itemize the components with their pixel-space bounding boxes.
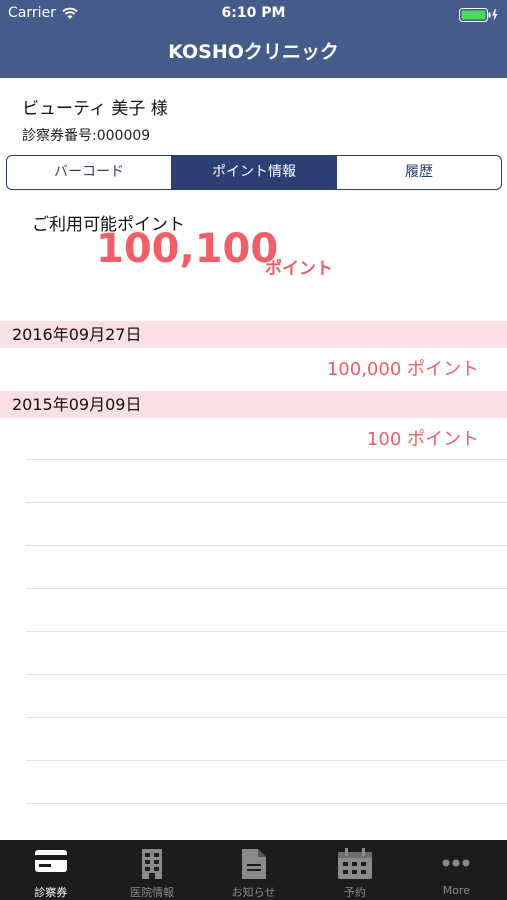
tabbar-item-news[interactable]: お知らせ	[203, 840, 304, 900]
battery-icon	[459, 7, 499, 22]
more-icon	[440, 848, 472, 882]
table-row-separator	[26, 545, 507, 588]
history-date-header: 2015年09月09日	[0, 391, 507, 418]
tabbar-item-more[interactable]: More	[406, 840, 507, 900]
tabbar-item-reservation[interactable]: 予約	[304, 840, 405, 900]
clock-label: 6:10 PM	[221, 5, 286, 21]
table-row-separator	[26, 717, 507, 760]
card-number: 診察券番号:000009	[22, 128, 151, 144]
document-icon	[240, 848, 268, 884]
available-points-unit: ポイント	[265, 259, 333, 279]
history-date-header: 2016年09月27日	[0, 321, 507, 348]
page-title: KOSHOクリニック	[168, 41, 339, 63]
user-name: ビューティ 美子 様	[22, 99, 168, 119]
card-icon	[34, 848, 68, 878]
tabbar-label: More	[442, 884, 470, 897]
table-row-separator	[26, 760, 507, 803]
table-row-separator	[26, 674, 507, 717]
available-points-value: 100,100	[96, 226, 279, 272]
point-history-list: 2016年09月27日 100,000 ポイント 2015年09月09日 100…	[0, 321, 507, 461]
status-bar: Carrier 6:10 PM	[0, 0, 507, 28]
table-row-separator	[26, 588, 507, 631]
table-row-separator	[26, 502, 507, 545]
calendar-icon	[337, 848, 373, 884]
tabbar-label: 予約	[343, 886, 366, 899]
tabbar-label: 診察券	[34, 886, 68, 899]
table-row-separator	[26, 631, 507, 674]
tab-point-info[interactable]: ポイント情報	[172, 156, 337, 189]
building-icon	[139, 848, 165, 884]
tab-history[interactable]: 履歴	[337, 156, 501, 189]
tabbar-item-card[interactable]: 診察券	[0, 840, 101, 900]
empty-table-rows	[26, 459, 507, 846]
navigation-bar: KOSHOクリニック	[0, 28, 507, 78]
tabbar-item-clinic-info[interactable]: 医院情報	[101, 840, 202, 900]
tabbar-label: 医院情報	[130, 886, 175, 899]
history-points-row: 100 ポイント	[366, 429, 479, 450]
tabbar-label: お知らせ	[231, 886, 276, 899]
table-row-separator	[26, 459, 507, 502]
segmented-control: バーコード ポイント情報 履歴	[6, 155, 502, 190]
tab-bar: 診察券 医院情報 お知らせ 予約 More	[0, 840, 507, 900]
user-info: ビューティ 美子 様 診察券番号:000009	[22, 94, 168, 145]
history-points-row: 100,000 ポイント	[326, 359, 479, 380]
tab-barcode[interactable]: バーコード	[7, 156, 172, 189]
